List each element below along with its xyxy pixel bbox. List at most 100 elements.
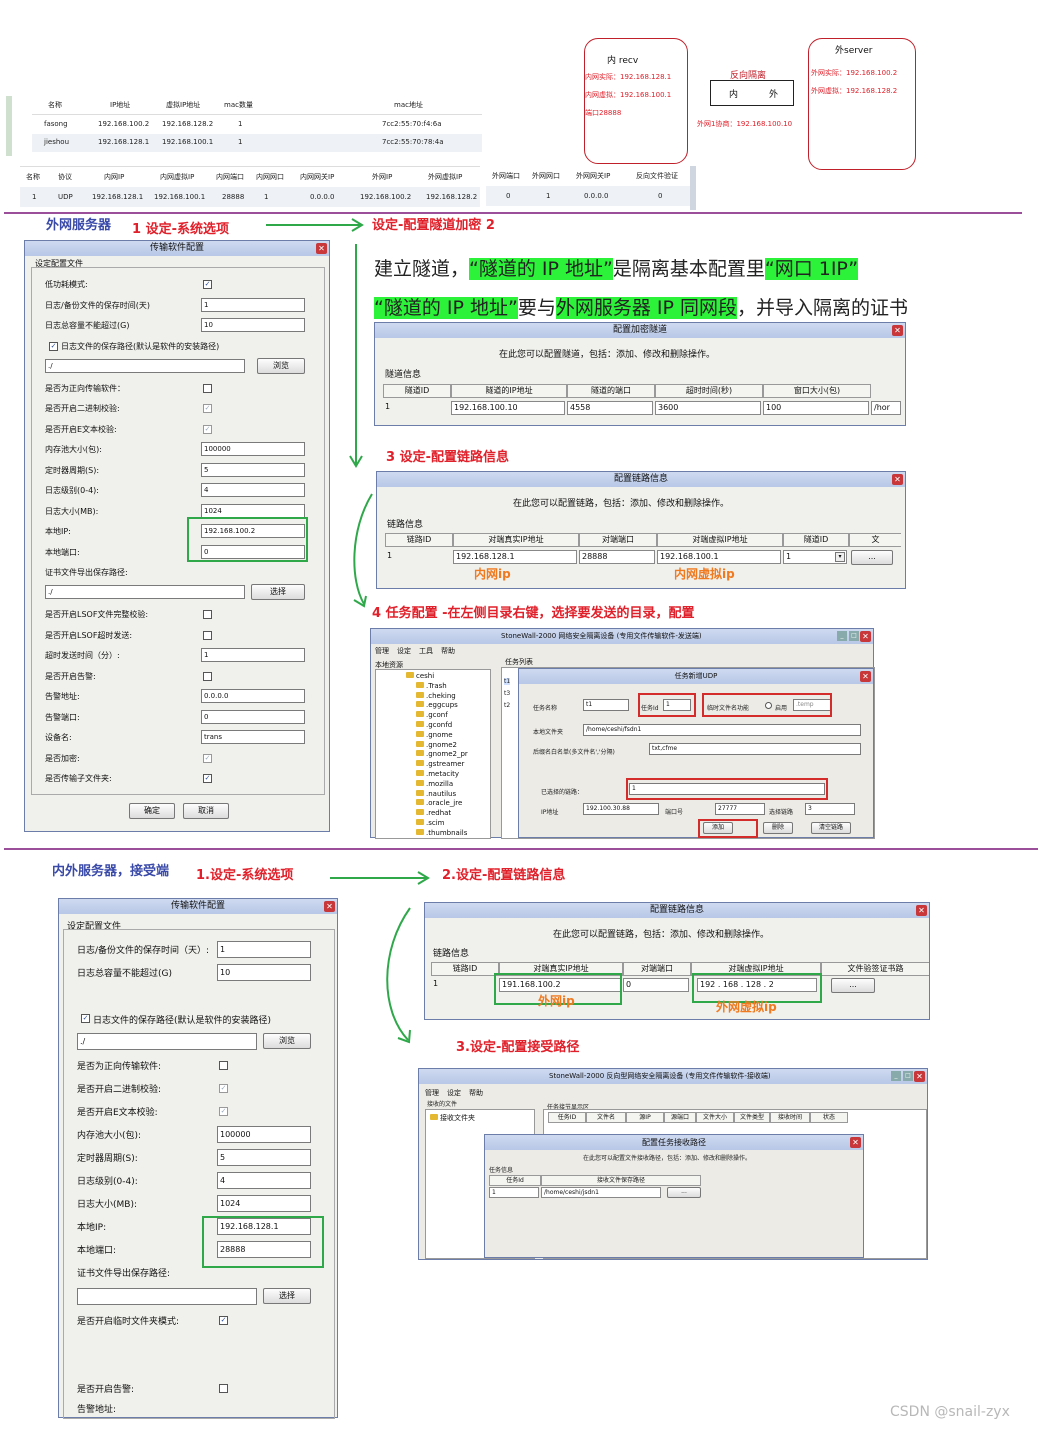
- link1-c3[interactable]: 192.168.100.1: [657, 550, 781, 564]
- sec1-row-input[interactable]: 0: [201, 709, 305, 724]
- cancel-button[interactable]: 取消: [183, 803, 229, 819]
- ip-input[interactable]: 192.100.30.88: [583, 803, 659, 815]
- suffix-input[interactable]: txt,cfme: [649, 743, 861, 755]
- sec1-row-input[interactable]: 100000: [201, 442, 305, 456]
- tree-item[interactable]: .gconf: [416, 711, 448, 719]
- chevron-down-icon[interactable]: ▾: [835, 552, 845, 562]
- tree-item[interactable]: .mozilla: [416, 779, 453, 788]
- port-input[interactable]: 27777: [715, 803, 765, 815]
- tunnel-c1[interactable]: 192.168.100.10: [451, 401, 565, 415]
- browse-button[interactable]: 浏览: [257, 357, 305, 374]
- sec2-row-input[interactable]: 1: [217, 941, 311, 958]
- tree-item[interactable]: .metacity: [416, 770, 459, 778]
- link1-c2[interactable]: 28888: [579, 550, 655, 564]
- close-icon[interactable]: ✕: [850, 1137, 861, 1148]
- tree-item[interactable]: .Trash: [416, 681, 447, 690]
- sec2-choose-button[interactable]: 选择: [263, 1288, 311, 1304]
- logpath-checkbox[interactable]: ✓: [49, 341, 58, 351]
- sec1-row-checkbox[interactable]: ✓: [203, 774, 212, 783]
- sec2-row-input[interactable]: 4: [217, 1172, 311, 1189]
- sec2-logpath-checkbox[interactable]: ✓: [81, 1014, 90, 1023]
- sec1-row-checkbox[interactable]: ✓: [203, 404, 212, 413]
- sec2-row-input[interactable]: 100000: [217, 1126, 311, 1143]
- sec2-row-input[interactable]: 1024: [217, 1195, 311, 1212]
- sec2-logpath-input[interactable]: ./: [77, 1033, 257, 1050]
- sec1-row-input[interactable]: 4: [201, 483, 305, 497]
- sec2-alarm-checkbox[interactable]: [219, 1384, 228, 1393]
- sec2-row-input[interactable]: 5: [217, 1149, 311, 1166]
- sec2-cert-input[interactable]: [77, 1288, 257, 1305]
- tunnel-c5[interactable]: /hor: [871, 401, 901, 415]
- tunnel-c3[interactable]: 3600: [655, 401, 761, 415]
- sec1-row-input[interactable]: trans: [201, 730, 305, 744]
- link1-c1[interactable]: 192.168.128.1: [453, 550, 577, 564]
- recv-menu-manage[interactable]: 管理: [425, 1089, 439, 1097]
- minimize-icon[interactable]: _: [837, 631, 847, 641]
- close-icon[interactable]: ✕: [860, 671, 871, 682]
- close-icon[interactable]: ✕: [892, 474, 903, 485]
- tree-item[interactable]: .nautilus: [416, 789, 456, 798]
- link2-c2[interactable]: 0: [623, 978, 689, 992]
- close-icon[interactable]: ✕: [316, 243, 327, 254]
- sec1-row-checkbox[interactable]: ✓: [203, 280, 212, 289]
- sec1-row-checkbox[interactable]: [203, 630, 212, 640]
- tree-item[interactable]: .cheking: [416, 691, 456, 700]
- close-icon[interactable]: ✕: [914, 1071, 925, 1082]
- tree-item[interactable]: .thumbnails: [416, 828, 467, 837]
- tree-item[interactable]: .gnome2_pr: [416, 750, 468, 758]
- sec1-row-input[interactable]: 1: [201, 648, 305, 662]
- sec1-row-input[interactable]: 10: [201, 318, 305, 332]
- recv-dlg-browse-button[interactable]: ...: [667, 1187, 701, 1198]
- tree-item[interactable]: .gstreamer: [416, 760, 464, 768]
- sec2-row-checkbox[interactable]: ✓: [219, 1107, 228, 1116]
- close-icon[interactable]: ✕: [916, 905, 927, 916]
- cert-path-input[interactable]: ./: [45, 585, 245, 599]
- recv-folder-item[interactable]: 接收文件夹: [430, 1113, 475, 1123]
- clear-links-button[interactable]: 清空链路: [811, 822, 851, 834]
- tree-item[interactable]: .gnome: [416, 730, 453, 739]
- recv-menu-help[interactable]: 帮助: [469, 1089, 483, 1097]
- link1-browse-button[interactable]: ...: [851, 550, 893, 565]
- tree-item[interactable]: .gconfd: [416, 721, 452, 729]
- ok-button[interactable]: 确定: [129, 803, 175, 819]
- logpath-input[interactable]: ./: [45, 358, 245, 373]
- sec1-row-input[interactable]: 1024: [201, 503, 305, 518]
- sec1-row-checkbox[interactable]: [203, 610, 212, 619]
- maximize-icon[interactable]: □: [903, 1071, 913, 1081]
- sec2-row-checkbox[interactable]: [219, 1061, 228, 1070]
- task-name-input[interactable]: t1: [583, 699, 629, 711]
- close-icon[interactable]: ✕: [860, 631, 871, 642]
- sec1-row-checkbox[interactable]: ✓: [203, 424, 212, 434]
- close-icon[interactable]: ✕: [892, 325, 903, 336]
- minimize-icon[interactable]: _: [891, 1071, 901, 1081]
- menu-manage[interactable]: 管理: [375, 647, 389, 655]
- choose-button[interactable]: 选择: [251, 584, 305, 600]
- close-icon[interactable]: ✕: [324, 901, 335, 912]
- select-link-dropdown[interactable]: 3: [805, 803, 855, 815]
- sec1-row-input[interactable]: 5: [201, 462, 305, 477]
- tree-item[interactable]: .redhat: [416, 809, 451, 817]
- tree-item[interactable]: .eggcups: [416, 701, 458, 709]
- task-item-2[interactable]: t2: [504, 702, 510, 709]
- sec1-row-checkbox[interactable]: ✓: [203, 753, 212, 763]
- sec2-browse-button[interactable]: 浏览: [263, 1033, 311, 1049]
- sec2-temp-checkbox[interactable]: ✓: [219, 1316, 228, 1325]
- tree-item[interactable]: .oracle_jre: [416, 799, 462, 807]
- menu-tools[interactable]: 工具: [419, 647, 433, 655]
- sec2-row-input[interactable]: 10: [217, 964, 311, 981]
- tree-item[interactable]: .scim: [416, 819, 444, 827]
- task-item-0[interactable]: t1: [504, 678, 511, 685]
- recv-menu-settings[interactable]: 设定: [447, 1089, 461, 1097]
- maximize-icon[interactable]: □: [849, 631, 859, 641]
- recv-dlg-c1[interactable]: /home/ceshi/jsdn1: [541, 1187, 661, 1198]
- tree-item[interactable]: ceshi: [406, 672, 434, 680]
- tunnel-c4[interactable]: 100: [763, 401, 869, 415]
- local-dir-input[interactable]: /home/ceshi/fsdn1: [583, 724, 861, 736]
- menu-help[interactable]: 帮助: [441, 647, 455, 655]
- sec1-row-checkbox[interactable]: [203, 671, 212, 681]
- sec1-row-checkbox[interactable]: [203, 383, 212, 393]
- tree-item[interactable]: .gnome2: [416, 740, 457, 749]
- delete-button[interactable]: 删除: [763, 822, 793, 834]
- link2-browse-button[interactable]: ...: [831, 978, 875, 993]
- sec1-row-input[interactable]: 1: [201, 297, 305, 312]
